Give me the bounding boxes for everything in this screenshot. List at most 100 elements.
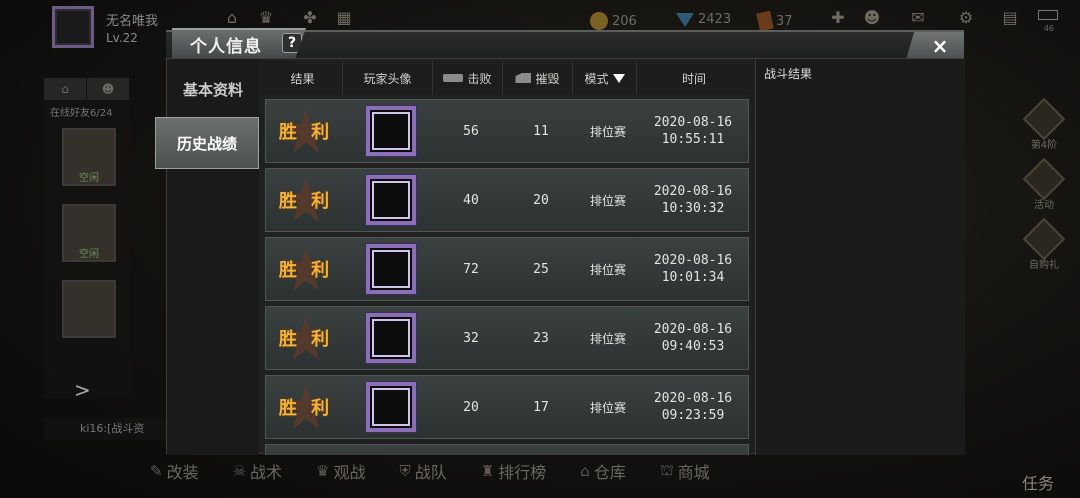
- rank-label: 第4阶: [1030, 140, 1058, 151]
- col-kills[interactable]: 击败: [433, 61, 503, 95]
- grid-icon[interactable]: ▦: [334, 8, 354, 28]
- result-cell: 胜 利: [266, 168, 346, 232]
- result-text: 胜 利: [278, 122, 334, 143]
- destroy-value: 25: [533, 261, 549, 277]
- destroy-value: 20: [533, 192, 549, 208]
- nav-label: 排行榜: [498, 463, 547, 482]
- mode-value: 排位赛: [589, 124, 626, 139]
- expand-arrow-icon[interactable]: >: [74, 378, 91, 402]
- tab-match-history[interactable]: 历史战绩: [155, 117, 259, 169]
- date-value: 2020-08-16: [653, 184, 733, 199]
- table-row[interactable]: 胜 利 20 17 排位赛 2020-08-16 09:23:59: [265, 375, 749, 439]
- gift-button[interactable]: 自购礼: [1022, 217, 1066, 271]
- close-button[interactable]: ×: [906, 32, 964, 60]
- result-text: 胜 利: [278, 329, 334, 350]
- wrench-icon: ✎: [150, 462, 163, 480]
- settings-gear-icon[interactable]: ⚙: [956, 8, 976, 28]
- col-destroy[interactable]: 摧毁: [503, 61, 573, 95]
- time-cell: 2020-08-16 09:23:59: [640, 375, 746, 439]
- rank-icon: [1022, 97, 1066, 141]
- result-cell: 胜 利: [266, 99, 346, 163]
- tab-basic-info[interactable]: 基本资料: [167, 63, 259, 115]
- player-avatar-frame[interactable]: [366, 382, 416, 432]
- nav-modify[interactable]: ✎ 改装: [150, 459, 199, 483]
- player-avatar-frame[interactable]: [366, 313, 416, 363]
- nav-team[interactable]: ⛨ 战队: [400, 459, 447, 483]
- player-avatar-frame[interactable]: [366, 106, 416, 156]
- table-row[interactable]: 胜 利 56 11 排位赛 2020-08-16 10:55:11: [265, 99, 749, 163]
- time-cell: 2020-08-16 10:55:11: [640, 99, 746, 163]
- battery-label: 46: [1043, 24, 1054, 33]
- date-value: 2020-08-16: [653, 115, 733, 130]
- player-avatar[interactable]: [52, 6, 94, 48]
- crown-icon[interactable]: ♛: [256, 8, 276, 28]
- date-value: 2020-08-16: [653, 253, 733, 268]
- star-icon: [1022, 157, 1066, 201]
- match-history-table[interactable]: 结果 玩家头像 击败 摧毁 模式 时间 胜 利 56 11 排位赛 2020-0…: [263, 59, 751, 455]
- friend-status: 空闲: [79, 173, 99, 184]
- mode-value: 排位赛: [589, 262, 626, 277]
- warehouse-icon: ⌂: [580, 462, 590, 480]
- kills-value: 56: [463, 123, 479, 139]
- table-row[interactable]: 胜 利 32 23 排位赛 2020-08-16 09:40:53: [265, 306, 749, 370]
- time-value: 09:40:53: [661, 339, 725, 354]
- player-avatar-frame[interactable]: [366, 175, 416, 225]
- ticket-counter[interactable]: 37: [756, 10, 793, 32]
- nav-label: 仓库: [593, 463, 626, 482]
- friend-card[interactable]: 空闲: [62, 128, 116, 186]
- result-text: 胜 利: [278, 191, 334, 212]
- shop-icon: ⛫: [659, 461, 674, 479]
- table-row[interactable]: 胜 利 40 20 排位赛 2020-08-16 10:30:32: [265, 168, 749, 232]
- player-avatar-frame[interactable]: [366, 244, 416, 294]
- building-icon: [515, 73, 532, 83]
- nav-label: 战术: [250, 463, 283, 482]
- home-tab-icon[interactable]: ⌂: [44, 78, 87, 100]
- battle-result-title: 战斗结果: [764, 67, 813, 81]
- friends-tab-icon[interactable]: ☻: [87, 78, 130, 100]
- modal-body: 基本资料 历史战绩 结果 玩家头像 击败 摧毁 模式 时间 胜 利 56 11 …: [155, 58, 965, 455]
- nav-spectate[interactable]: ♛ 观战: [316, 459, 365, 483]
- nav-shop[interactable]: ⛫ 商城: [660, 459, 710, 483]
- nav-label: 改装: [166, 463, 199, 482]
- bottom-nav: ✎ 改装 ☠ 战术 ♛ 观战 ⛨ 战队 ♜ 排行榜 ⌂ 仓库 ⛫ 商城: [150, 456, 870, 486]
- mail-icon[interactable]: ✉: [908, 8, 928, 28]
- friend-card[interactable]: [62, 280, 116, 338]
- destroy-value: 11: [533, 123, 549, 139]
- chat-bar[interactable]: ki16:[战斗资: [44, 418, 174, 440]
- coin-icon: [590, 12, 608, 30]
- nav-warehouse[interactable]: ⌂ 仓库: [580, 459, 626, 483]
- wheel-icon[interactable]: ✤: [300, 8, 320, 28]
- friend-card[interactable]: 空闲: [62, 204, 116, 262]
- ticket-value: 37: [776, 13, 793, 29]
- time-cell: 2020-08-16 10:01:34: [640, 237, 746, 301]
- time-value: 09:23:59: [661, 408, 725, 423]
- gift-icon: [1022, 217, 1066, 261]
- events-button[interactable]: 活动: [1022, 157, 1066, 211]
- gem-value: 2423: [698, 12, 732, 27]
- friends-panel: ⌂ ☻ 在线好友6/24 空闲 空闲 >: [44, 78, 130, 402]
- table-row-partial[interactable]: [265, 444, 749, 455]
- help-icon[interactable]: ?: [282, 33, 302, 53]
- nav-leaderboard[interactable]: ♜ 排行榜: [481, 459, 546, 483]
- player-level: Lv.22: [106, 31, 138, 45]
- date-value: 2020-08-16: [653, 322, 733, 337]
- add-icon[interactable]: ✚: [828, 8, 848, 28]
- mission-button[interactable]: 任务: [1022, 470, 1054, 494]
- gem-icon: [676, 12, 694, 27]
- time-value: 10:55:11: [661, 132, 725, 147]
- kills-value: 72: [463, 261, 479, 277]
- rank-badge[interactable]: 第4阶: [1022, 97, 1066, 151]
- gem-counter[interactable]: 2423: [676, 12, 731, 27]
- modal-header: 个人信息 ? ×: [166, 28, 964, 60]
- col-mode[interactable]: 模式: [573, 61, 637, 95]
- player-name: 无名唯我: [106, 14, 159, 29]
- trophy-icon: ♜: [480, 462, 495, 480]
- skull-icon: ☠: [232, 462, 247, 480]
- home-icon[interactable]: ⌂: [222, 8, 242, 28]
- coin-counter[interactable]: 206: [590, 12, 637, 30]
- book-icon[interactable]: ▤: [1000, 8, 1020, 28]
- table-row[interactable]: 胜 利 72 25 排位赛 2020-08-16 10:01:34: [265, 237, 749, 301]
- time-cell: 2020-08-16 10:30:32: [640, 168, 746, 232]
- nav-tactics[interactable]: ☠ 战术: [233, 459, 282, 483]
- friends-icon[interactable]: ☻: [862, 8, 882, 28]
